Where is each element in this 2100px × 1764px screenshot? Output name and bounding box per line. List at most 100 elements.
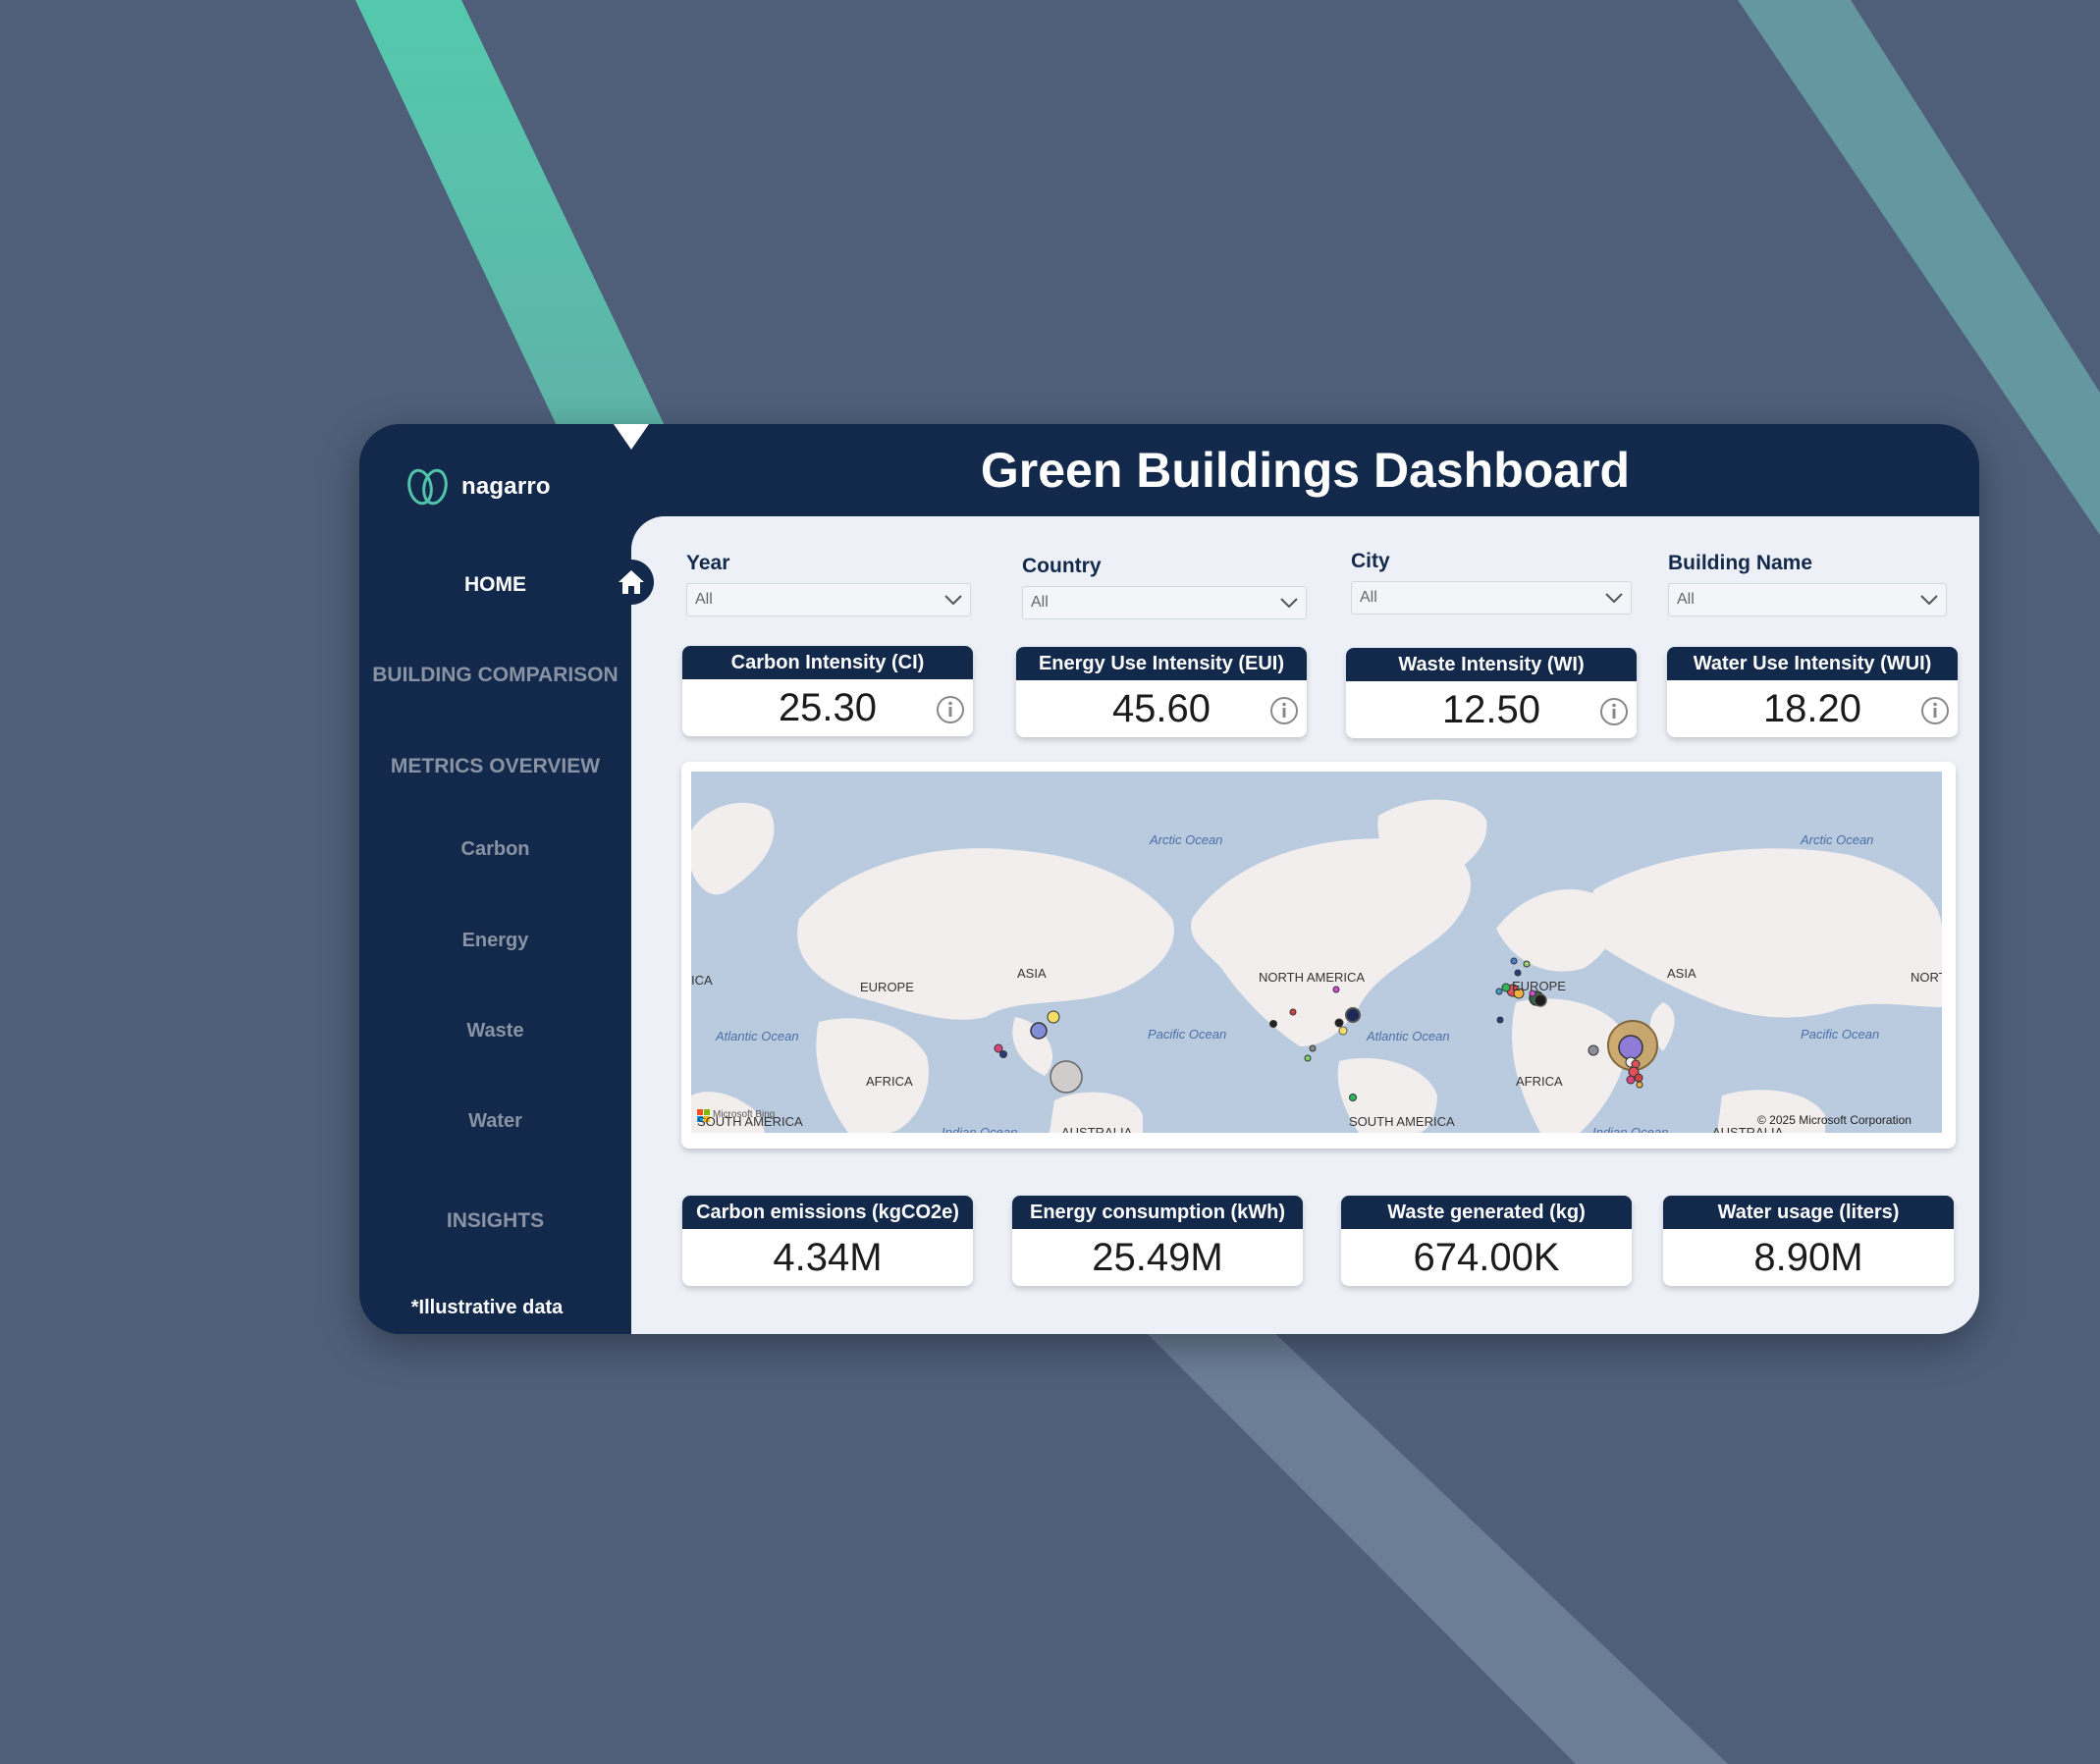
home-button[interactable] xyxy=(609,560,654,605)
nav-home[interactable]: HOME xyxy=(359,573,631,597)
info-icon[interactable] xyxy=(1920,696,1950,725)
nav-building-comparison[interactable]: BUILDING COMPARISON xyxy=(359,664,631,687)
bing-attribution: Microsoft Bing xyxy=(713,1109,776,1120)
map-bubble xyxy=(1047,1010,1060,1024)
map-label-atlantic-ocean-left: Atlantic Ocean xyxy=(716,1029,799,1043)
kpi-value: 674.00K xyxy=(1413,1235,1560,1279)
info-icon[interactable] xyxy=(936,695,965,724)
teal-stripe-left xyxy=(355,0,668,432)
logo: nagarro xyxy=(404,467,551,507)
map-bubble xyxy=(1050,1060,1083,1094)
map-bubble xyxy=(1349,1094,1357,1101)
sidebar: nagarro HOME BUILDING COMPARISON METRICS… xyxy=(359,424,631,1334)
nav-carbon[interactable]: Carbon xyxy=(359,838,631,861)
kpi-value: 12.50 xyxy=(1441,687,1541,731)
map-bubble xyxy=(1618,1035,1643,1060)
map-bubble xyxy=(1332,986,1340,993)
nav-insights[interactable]: INSIGHTS xyxy=(359,1209,631,1233)
map-bubble xyxy=(1334,1018,1344,1028)
kpi-value: 25.49M xyxy=(1092,1235,1223,1279)
map-bubble xyxy=(1523,960,1531,968)
main-content: Year All Country All City All Building N… xyxy=(631,516,1979,1334)
nav-waste[interactable]: Waste xyxy=(359,1020,631,1042)
notch-decoration xyxy=(614,424,649,450)
map-bubble xyxy=(1510,957,1518,965)
map-bubble xyxy=(1514,969,1522,977)
map-bubble xyxy=(1496,1016,1504,1024)
kpi-value: 25.30 xyxy=(778,685,878,729)
map-label-asia-left: ASIA xyxy=(1017,966,1047,981)
filter-year-label: Year xyxy=(686,552,730,574)
filter-building-label: Building Name xyxy=(1668,552,1813,574)
map-copyright: © 2025 Microsoft Corporation xyxy=(1757,1113,1912,1127)
chevron-down-icon xyxy=(1605,593,1623,603)
map-label-australia-left: AUSTRALIA xyxy=(1061,1125,1133,1133)
map-bubble xyxy=(1588,1044,1599,1056)
building-name-dropdown[interactable]: All xyxy=(1668,583,1947,616)
map-label-pacific-ocean-right: Pacific Ocean xyxy=(1801,1027,1880,1042)
home-icon xyxy=(619,570,644,594)
map-bubble xyxy=(1636,1081,1643,1089)
nagarro-logo-icon xyxy=(407,468,448,506)
kpi-value: 45.60 xyxy=(1111,686,1212,730)
kpi-waste-generated: Waste generated (kg) 674.00K xyxy=(1341,1196,1632,1286)
filter-country-label: Country xyxy=(1022,555,1102,577)
kpi-label: Waste generated (kg) xyxy=(1341,1196,1632,1229)
kpi-energy-use-intensity: Energy Use Intensity (EUI) 45.60 xyxy=(1016,647,1307,737)
map-label-nort: NORT xyxy=(1911,970,1942,985)
kpi-label: Energy Use Intensity (EUI) xyxy=(1016,647,1307,680)
kpi-water-use-intensity: Water Use Intensity (WUI) 18.20 xyxy=(1667,647,1958,737)
info-icon[interactable] xyxy=(1599,697,1629,726)
country-dropdown-value: All xyxy=(1031,594,1049,611)
kpi-value: 8.90M xyxy=(1753,1235,1863,1279)
map-bubble xyxy=(1338,1026,1348,1036)
filter-city-label: City xyxy=(1351,550,1390,572)
map-label-ica: ICA xyxy=(691,973,713,988)
kpi-label: Waste Intensity (WI) xyxy=(1346,648,1637,681)
map-bubble xyxy=(999,1050,1007,1058)
map-bubble xyxy=(1289,1008,1297,1016)
map-visual: ICA EUROPE ASIA AFRICA SOUTH AMERICA AUS… xyxy=(681,762,1956,1149)
year-dropdown[interactable]: All xyxy=(686,583,971,616)
nav-metrics-overview[interactable]: METRICS OVERVIEW xyxy=(359,755,631,778)
map-label-north-america: NORTH AMERICA xyxy=(1259,970,1366,985)
building-dropdown-value: All xyxy=(1677,591,1695,608)
map-label-arctic-ocean-left: Arctic Ocean xyxy=(1150,832,1223,847)
slate-stripe-bottom xyxy=(1139,1325,1728,1764)
map-bubble xyxy=(1030,1022,1048,1040)
kpi-energy-consumption: Energy consumption (kWh) 25.49M xyxy=(1012,1196,1303,1286)
info-icon[interactable] xyxy=(1269,696,1299,725)
map-bubble xyxy=(1634,1073,1643,1083)
kpi-label: Water usage (liters) xyxy=(1663,1196,1954,1229)
world-map[interactable]: ICA EUROPE ASIA AFRICA SOUTH AMERICA AUS… xyxy=(691,772,1942,1133)
map-bubble xyxy=(1534,993,1547,1007)
chevron-down-icon xyxy=(1280,598,1298,608)
map-bubble xyxy=(1269,1020,1277,1028)
map-bubble xyxy=(1309,1044,1317,1052)
filter-country: Country All xyxy=(1022,555,1307,619)
map-bubble xyxy=(1345,1007,1361,1023)
map-bubble xyxy=(1626,1075,1636,1085)
chevron-down-icon xyxy=(944,595,962,605)
kpi-carbon-intensity: Carbon Intensity (CI) 25.30 xyxy=(682,646,973,736)
map-label-europe-left: EUROPE xyxy=(860,980,914,994)
nav-energy[interactable]: Energy xyxy=(359,930,631,952)
page-title: Green Buildings Dashboard xyxy=(980,443,1631,498)
kpi-water-usage: Water usage (liters) 8.90M xyxy=(1663,1196,1954,1286)
year-dropdown-value: All xyxy=(695,591,713,608)
map-label-asia-right: ASIA xyxy=(1667,966,1696,981)
filter-year: Year All xyxy=(686,552,971,616)
nav-water[interactable]: Water xyxy=(359,1110,631,1133)
illustrative-data-note: *Illustrative data xyxy=(410,1297,564,1318)
filter-city: City All xyxy=(1351,550,1632,615)
country-dropdown[interactable]: All xyxy=(1022,586,1307,619)
kpi-label: Carbon Intensity (CI) xyxy=(682,646,973,679)
map-label-arctic-ocean-right: Arctic Ocean xyxy=(1801,832,1874,847)
kpi-label: Carbon emissions (kgCO2e) xyxy=(682,1196,973,1229)
city-dropdown-value: All xyxy=(1360,589,1377,606)
map-label-south-america-right: SOUTH AMERICA xyxy=(1349,1114,1455,1129)
city-dropdown[interactable]: All xyxy=(1351,581,1632,615)
map-label-pacific-ocean-left: Pacific Ocean xyxy=(1148,1027,1227,1042)
map-label-africa-left: AFRICA xyxy=(866,1074,913,1089)
map-label-indian-ocean-left: Indian Ocean xyxy=(942,1125,1018,1133)
